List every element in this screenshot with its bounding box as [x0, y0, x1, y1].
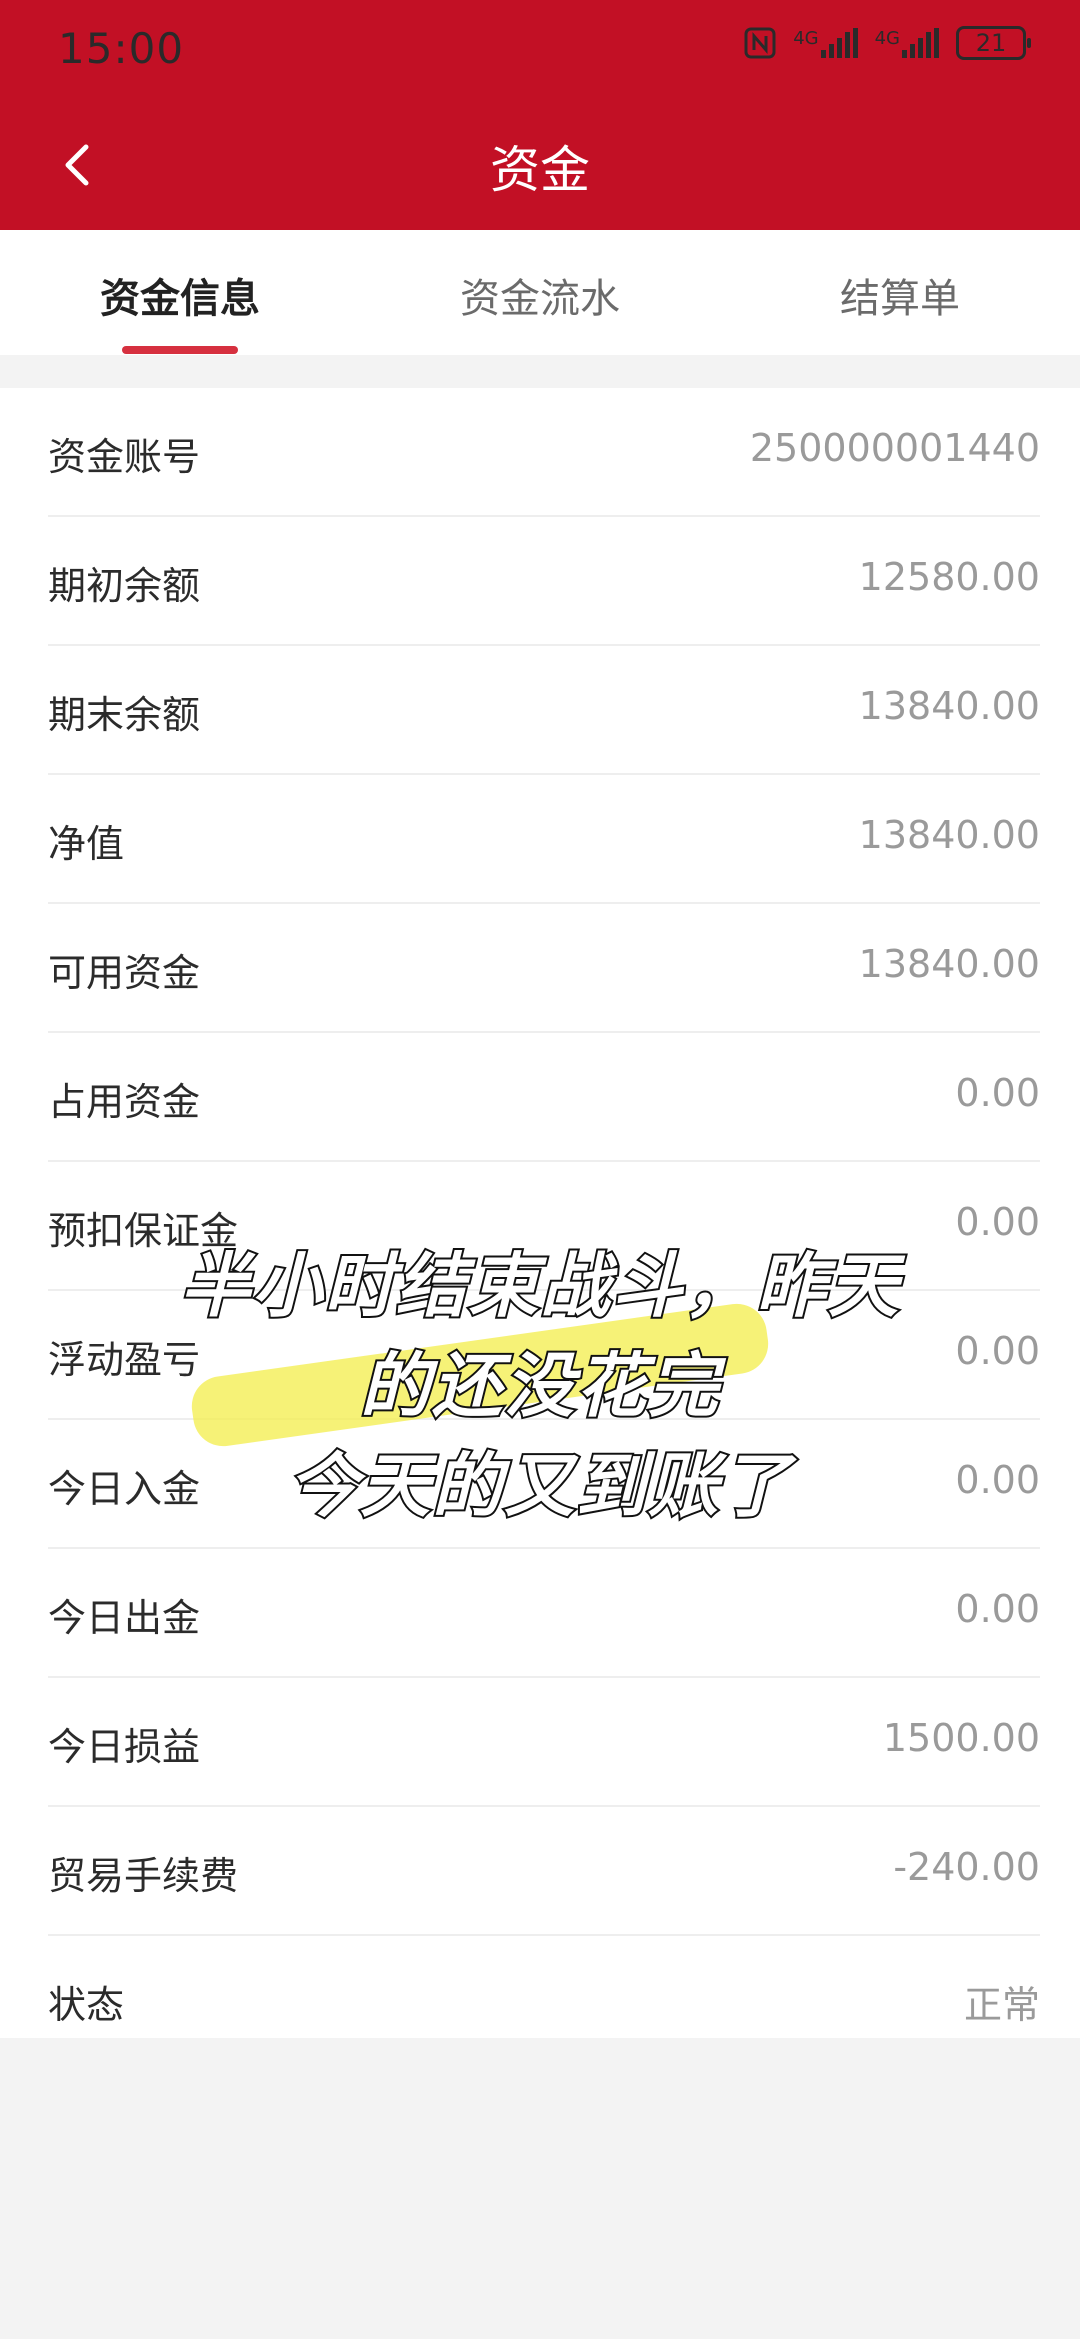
row-label: 今日出金 — [48, 1596, 201, 1640]
row-label: 今日入金 — [48, 1467, 201, 1511]
row-value: 0.00 — [955, 1458, 1040, 1502]
row-available-funds: 可用资金 13840.00 — [48, 904, 1040, 1033]
nav-bar: 资金 — [0, 100, 1080, 230]
row-value: -240.00 — [893, 1845, 1040, 1889]
row-closing-balance: 期末余额 13840.00 — [48, 646, 1040, 775]
row-net-value: 净值 13840.00 — [48, 775, 1040, 904]
row-label: 期末余额 — [48, 693, 201, 737]
row-today-deposit: 今日入金 0.00 — [48, 1420, 1040, 1549]
row-trade-fee: 贸易手续费 -240.00 — [48, 1807, 1040, 1936]
battery-icon: 21 — [956, 26, 1031, 60]
row-label: 净值 — [48, 822, 125, 866]
row-label: 资金账号 — [48, 435, 201, 479]
row-withheld-margin: 预扣保证金 0.00 — [48, 1162, 1040, 1291]
tab-settlement[interactable]: 结算单 — [720, 266, 1080, 324]
tab-bar: 资金信息 资金流水 结算单 — [0, 230, 1080, 355]
row-label: 今日损益 — [48, 1725, 201, 1769]
row-label: 期初余额 — [48, 564, 201, 608]
row-floating-pnl: 浮动盈亏 0.00 — [48, 1291, 1040, 1420]
row-label: 可用资金 — [48, 951, 201, 995]
row-opening-balance: 期初余额 12580.00 — [48, 517, 1040, 646]
nfc-icon — [744, 27, 776, 59]
network2-label: 4G — [874, 28, 900, 49]
row-value: 13840.00 — [858, 942, 1040, 986]
row-label: 状态 — [48, 1983, 125, 2027]
row-today-pnl: 今日损益 1500.00 — [48, 1678, 1040, 1807]
row-value: 0.00 — [955, 1587, 1040, 1631]
row-label: 浮动盈亏 — [48, 1338, 201, 1382]
row-occupied-funds: 占用资金 0.00 — [48, 1033, 1040, 1162]
row-label: 贸易手续费 — [48, 1854, 239, 1898]
row-status: 状态 正常 — [48, 1936, 1040, 2063]
row-value: 正常 — [963, 1983, 1040, 2027]
tab-fund-flow[interactable]: 资金流水 — [360, 266, 720, 324]
network1-label: 4G — [793, 28, 819, 49]
row-label: 占用资金 — [48, 1080, 201, 1124]
tab-fund-info[interactable]: 资金信息 — [0, 266, 360, 324]
page-title: 资金 — [490, 141, 590, 199]
row-value: 250000001440 — [749, 426, 1040, 470]
signal1-icon: 4G — [793, 28, 858, 58]
row-label: 预扣保证金 — [48, 1209, 239, 1253]
row-value: 0.00 — [955, 1200, 1040, 1244]
status-bar: 15:00 4G 4G 21 — [0, 0, 1080, 100]
row-value: 13840.00 — [858, 684, 1040, 728]
tab-active-indicator — [122, 346, 238, 354]
row-today-withdrawal: 今日出金 0.00 — [48, 1549, 1040, 1678]
row-value: 12580.00 — [858, 555, 1040, 599]
row-value: 0.00 — [955, 1071, 1040, 1115]
status-time: 15:00 — [58, 24, 185, 73]
row-value: 1500.00 — [882, 1716, 1040, 1760]
row-value: 13840.00 — [858, 813, 1040, 857]
row-value: 0.00 — [955, 1329, 1040, 1373]
status-icons: 4G 4G 21 — [743, 26, 1031, 60]
signal2-icon: 4G — [875, 28, 940, 58]
row-fund-account: 资金账号 250000001440 — [48, 388, 1040, 517]
fund-info-list: 资金账号 250000001440 期初余额 12580.00 期末余额 138… — [0, 388, 1080, 2038]
